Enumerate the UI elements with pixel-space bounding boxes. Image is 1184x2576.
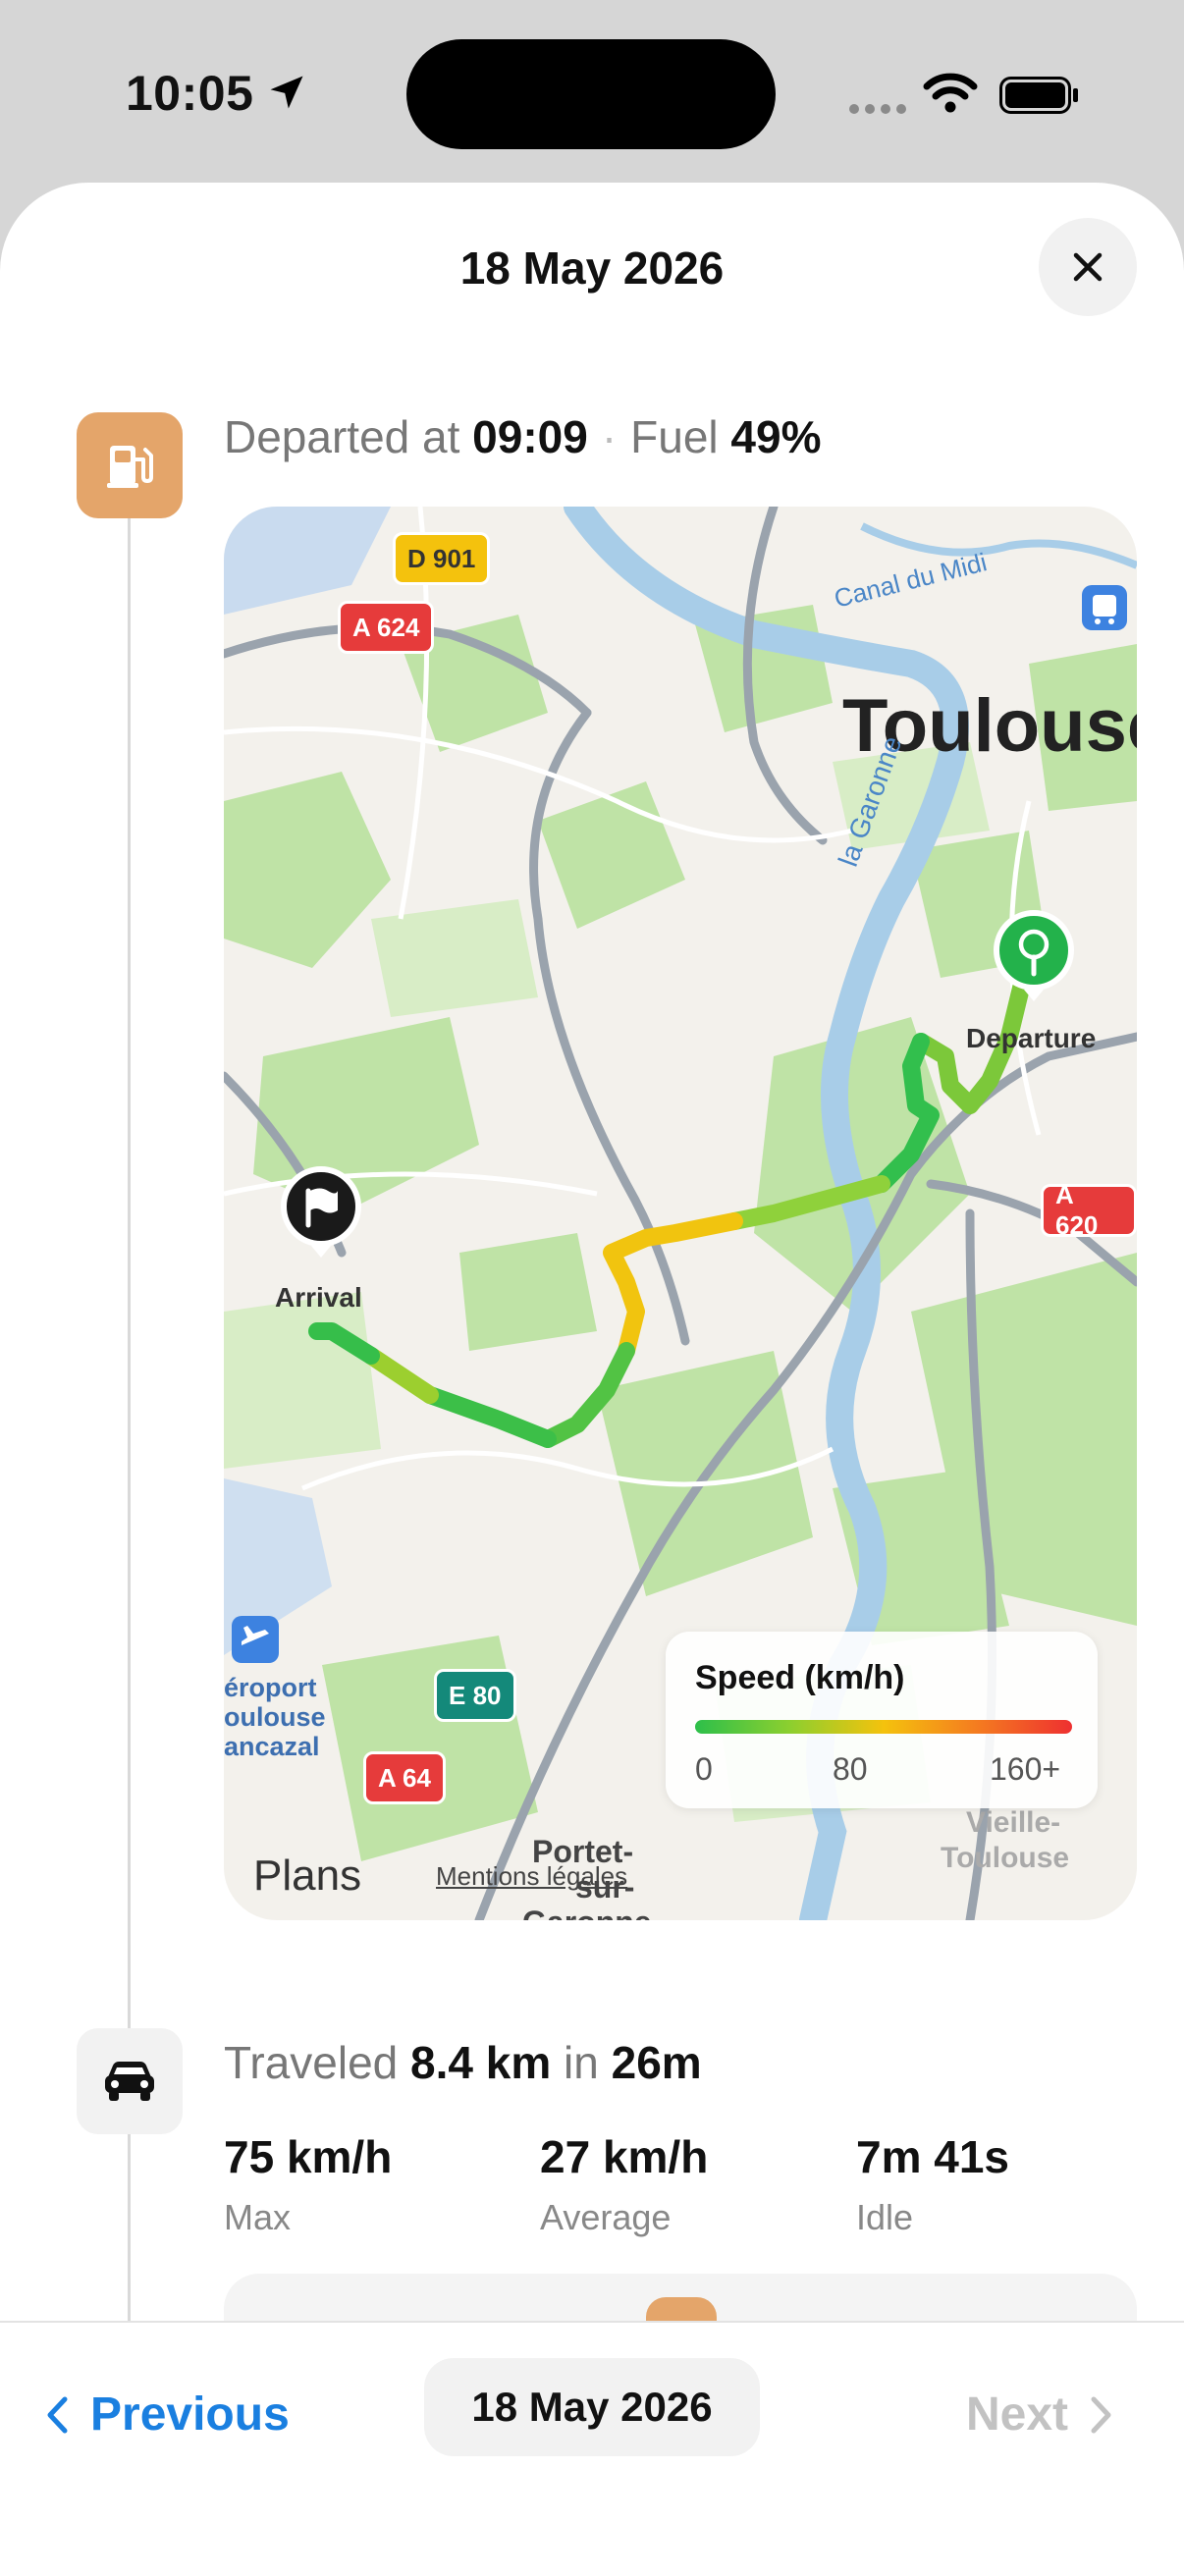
traveled-prefix: Traveled — [224, 2037, 399, 2088]
place-label-vieille-2: Toulouse — [941, 1842, 1070, 1874]
speed-tick-min: 0 — [695, 1751, 713, 1787]
departure-time: 09:09 — [472, 411, 588, 462]
stat-value: 27 km/h — [540, 2131, 709, 2182]
trip-map[interactable]: Toulouse Canal du Midi la Garonne Depart… — [224, 507, 1137, 1920]
stat-idle-time: 7m 41s Idle — [856, 2130, 1009, 2238]
road-shield-a624: A 624 — [338, 601, 435, 654]
departure-label: Departure — [966, 1023, 1097, 1053]
road-shield-d901: D 901 — [393, 532, 491, 585]
road-shield-e80: E 80 — [434, 1669, 516, 1722]
stat-max-speed: 75 km/h Max — [224, 2130, 392, 2238]
speed-legend: Speed (km/h) 0 80 160+ — [666, 1632, 1098, 1808]
chevron-left-icon — [47, 2396, 68, 2433]
timeline-line — [128, 467, 131, 2509]
separator-dot: · — [601, 411, 618, 462]
arrival-label: Arrival — [275, 1282, 362, 1313]
stat-label: Average — [540, 2197, 672, 2237]
previous-label: Previous — [90, 2388, 290, 2441]
legal-mentions-link[interactable]: Mentions légales — [436, 1861, 627, 1892]
departure-summary: Departed at 09:09 · Fuel 49% — [224, 410, 822, 463]
speed-legend-title: Speed (km/h) — [695, 1659, 905, 1696]
airport-label-3: ancazal — [224, 1732, 320, 1761]
car-icon — [105, 2062, 154, 2101]
place-label-vieille-1: Vieille- — [966, 1806, 1061, 1839]
trip-duration: 26m — [611, 2037, 702, 2088]
current-date-pill[interactable]: 18 May 2026 — [424, 2358, 760, 2456]
fuel-label: Fuel — [630, 411, 719, 462]
stat-value: 75 km/h — [224, 2131, 393, 2182]
departed-prefix: Departed at — [224, 411, 460, 462]
speed-gradient-bar — [695, 1720, 1072, 1734]
next-button[interactable]: Next — [966, 2388, 1113, 2442]
stat-label: Idle — [856, 2197, 914, 2237]
road-shield-a620: A 620 — [1041, 1180, 1137, 1240]
next-label: Next — [966, 2388, 1069, 2441]
cellular-signal-icon — [849, 104, 906, 114]
road-shield-a64: A 64 — [363, 1751, 446, 1804]
close-icon — [1073, 252, 1103, 282]
speed-tick-mid: 80 — [833, 1751, 868, 1787]
trip-badge — [77, 2028, 183, 2134]
airport-label-2: oulouse — [224, 1702, 326, 1732]
wifi-icon — [923, 73, 978, 113]
dynamic-island — [406, 39, 776, 149]
trip-summary: Traveled 8.4 km in 26m — [224, 2036, 702, 2089]
close-button[interactable] — [1039, 218, 1137, 316]
bottom-navigation-bar: Previous 18 May 2026 Next — [0, 2321, 1184, 2576]
stat-value: 7m 41s — [856, 2131, 1010, 2182]
airport-label-1: éroport — [224, 1673, 317, 1702]
location-arrow-icon — [270, 76, 303, 109]
place-label-portet-3: Garonne — [522, 1905, 652, 1920]
traveled-joiner: in — [564, 2037, 599, 2088]
fuel-value: 49% — [730, 411, 822, 462]
stat-label: Max — [224, 2197, 292, 2237]
speed-tick-max: 160+ — [990, 1751, 1061, 1787]
status-time: 10:05 — [126, 66, 254, 121]
status-bar: 10:05 — [0, 0, 1184, 187]
maps-attribution: Plans — [253, 1852, 362, 1900]
trip-distance: 8.4 km — [410, 2037, 552, 2088]
fuel-station-badge — [77, 412, 183, 518]
battery-icon — [999, 77, 1078, 114]
transit-icon — [1082, 585, 1127, 630]
trip-detail-sheet: 18 May 2026 Departed at 09:09 ·Fuel 49% — [0, 183, 1184, 2574]
previous-button[interactable]: Previous — [45, 2388, 290, 2442]
airport-icon — [232, 1616, 279, 1663]
arrival-pin[interactable] — [281, 1166, 361, 1258]
fuel-pump-icon — [107, 446, 153, 488]
stat-average-speed: 27 km/h Average — [540, 2130, 708, 2238]
sheet-title: 18 May 2026 — [459, 242, 725, 294]
departure-pin[interactable] — [994, 910, 1074, 1001]
chevron-right-icon — [1091, 2396, 1111, 2433]
